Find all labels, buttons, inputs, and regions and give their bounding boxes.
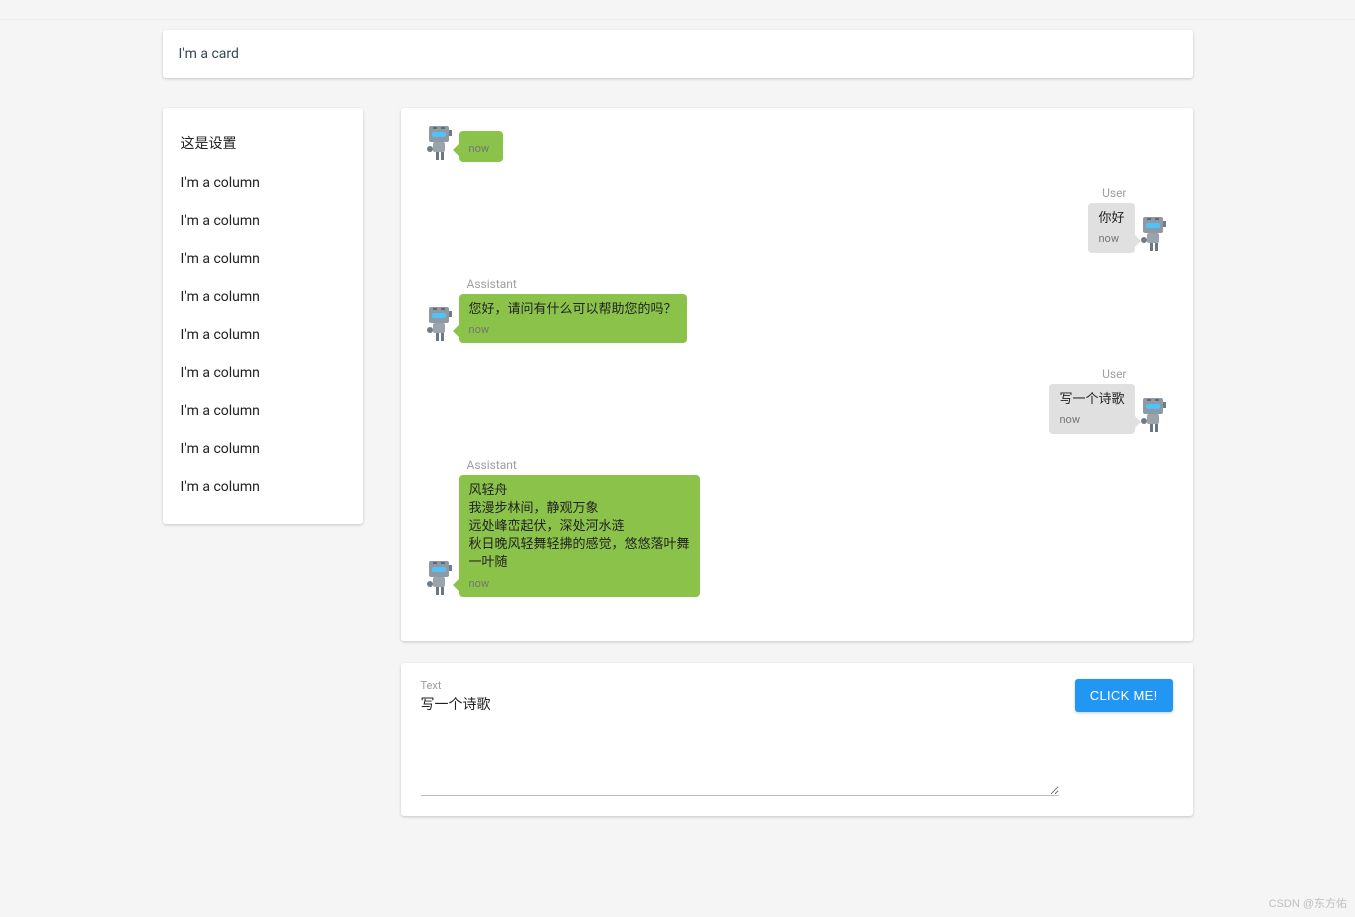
avatar (421, 559, 459, 597)
chat-messages: now User 你好 now Assistant 您好，请问有什么可以帮助您的吗？ no… (421, 124, 1173, 597)
message-column: User 写一个诗歌 now (1049, 367, 1134, 434)
message-text: 你好 (1098, 210, 1124, 228)
sidebar-item[interactable]: I'm a column (181, 354, 345, 392)
message-bubble: now (459, 131, 503, 162)
message-text: 写一个诗歌 (1059, 391, 1124, 409)
message-column: Assistant 风轻舟 我漫步林间，静观万象 远处峰峦起伏，深处河水涟 秋日晚… (459, 458, 700, 597)
sidebar-items: I'm a columnI'm a columnI'm a columnI'm … (181, 164, 345, 506)
avatar (1135, 396, 1173, 434)
sidebar-item[interactable]: I'm a column (181, 164, 345, 202)
message-column: now (459, 131, 503, 162)
main-column: now User 你好 now Assistant 您好，请问有什么可以帮助您的吗？ no… (401, 108, 1193, 826)
sidebar-item[interactable]: I'm a column (181, 468, 345, 506)
sidebar-item[interactable]: I'm a column (181, 430, 345, 468)
message-sender: User (1102, 186, 1126, 200)
sidebar-settings-label: 这是设置 (181, 122, 345, 164)
sidebar-card: 这是设置 I'm a columnI'm a columnI'm a colum… (163, 108, 363, 524)
message-textarea[interactable] (421, 694, 1059, 796)
message-text: 您好，请问有什么可以帮助您的吗？ (469, 301, 677, 319)
page-container: I'm a card 这是设置 I'm a columnI'm a column… (163, 20, 1193, 856)
message-bubble: 风轻舟 我漫步林间，静观万象 远处峰峦起伏，深处河水涟 秋日晚风轻舞轻拂的感觉，… (459, 475, 700, 597)
input-row: Text CLICK ME! (421, 679, 1173, 796)
robot-icon (423, 124, 457, 162)
send-button[interactable]: CLICK ME! (1075, 679, 1173, 712)
header-card: I'm a card (163, 30, 1193, 78)
avatar (421, 124, 459, 162)
message-column: Assistant 您好，请问有什么可以帮助您的吗？ now (459, 277, 687, 344)
robot-icon (1137, 215, 1171, 253)
sidebar-item[interactable]: I'm a column (181, 392, 345, 430)
header-title: I'm a card (179, 46, 239, 62)
avatar (1135, 215, 1173, 253)
message-row: Assistant 您好，请问有什么可以帮助您的吗？ now (421, 277, 1173, 344)
message-text: 风轻舟 我漫步林间，静观万象 远处峰峦起伏，深处河水涟 秋日晚风轻舞轻拂的感觉，… (469, 482, 690, 573)
message-row: User 写一个诗歌 now (421, 367, 1173, 434)
chat-card: now User 你好 now Assistant 您好，请问有什么可以帮助您的吗？ no… (401, 108, 1193, 641)
textarea-label: Text (421, 679, 1059, 692)
message-timestamp: now (469, 141, 493, 156)
top-bar (0, 0, 1355, 20)
robot-icon (1137, 396, 1171, 434)
message-timestamp: now (469, 322, 677, 337)
message-column: User 你好 now (1088, 186, 1134, 253)
message-sender: User (1102, 367, 1126, 381)
main-row: 这是设置 I'm a columnI'm a columnI'm a colum… (163, 108, 1193, 826)
sidebar-item[interactable]: I'm a column (181, 202, 345, 240)
message-bubble: 您好，请问有什么可以帮助您的吗？ now (459, 294, 687, 344)
message-bubble: 写一个诗歌 now (1049, 384, 1134, 434)
robot-icon (423, 305, 457, 343)
message-sender: Assistant (467, 277, 679, 291)
message-timestamp: now (469, 576, 690, 591)
watermark: CSDN @东方佑 (1269, 895, 1347, 911)
message-timestamp: now (1098, 231, 1124, 246)
message-row: now (421, 124, 1173, 162)
sidebar-item[interactable]: I'm a column (181, 316, 345, 354)
message-row: Assistant 风轻舟 我漫步林间，静观万象 远处峰峦起伏，深处河水涟 秋日晚… (421, 458, 1173, 597)
robot-icon (423, 559, 457, 597)
input-card: Text CLICK ME! (401, 663, 1193, 816)
message-row: User 你好 now (421, 186, 1173, 253)
sidebar-item[interactable]: I'm a column (181, 278, 345, 316)
message-bubble: 你好 now (1088, 203, 1134, 253)
sidebar-item[interactable]: I'm a column (181, 240, 345, 278)
avatar (421, 305, 459, 343)
sidebar: 这是设置 I'm a columnI'm a columnI'm a colum… (163, 108, 363, 826)
message-sender: Assistant (467, 458, 692, 472)
textarea-wrap: Text (421, 679, 1059, 796)
message-timestamp: now (1059, 412, 1124, 427)
